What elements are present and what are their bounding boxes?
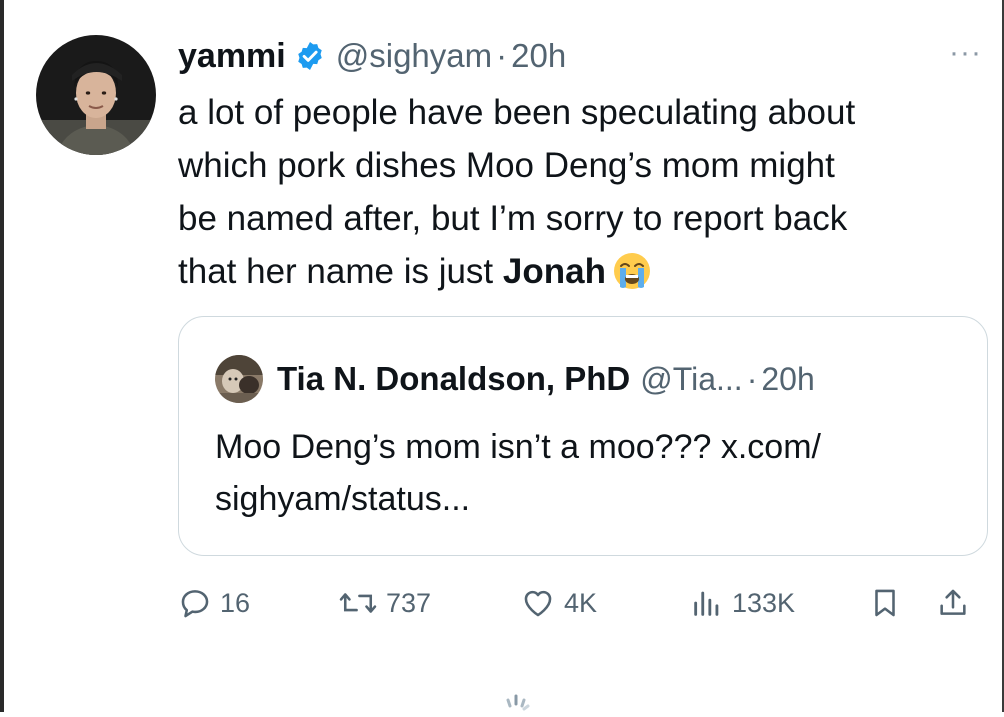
bookmark-icon [868,586,902,620]
verified-badge-icon [294,40,326,72]
like-count: 4K [564,587,598,618]
quoted-author-name[interactable]: Tia N. Donaldson, PhD [277,360,630,398]
heart-icon [520,586,556,620]
tweet-text: a lot of people have been speculating ab… [178,86,988,298]
like-button[interactable]: 4K [520,578,597,628]
quoted-author-avatar[interactable] [215,355,263,403]
tweet-text-line: be named after, but I’m sorry to report … [178,199,848,238]
quoted-tweet-text: Moo Deng’s mom isn’t a moo??? x.com/ sig… [215,421,955,525]
share-icon [936,586,970,620]
reply-button[interactable]: 16 [178,578,250,628]
more-options-icon[interactable]: ··· [949,38,982,68]
author-avatar[interactable] [36,35,156,155]
share-button[interactable] [936,578,970,628]
views-button[interactable]: 133K [690,578,795,628]
repost-button[interactable]: 737 [338,578,431,628]
tweet-text-line: a lot of people have been speculating ab… [178,93,856,132]
window-border-left [0,0,4,712]
reply-count: 16 [220,587,251,618]
tweet-text-bold-name: Jonah [502,252,606,291]
quoted-tweet-timestamp[interactable]: 20h [761,361,814,398]
tweet-action-bar: 16 737 4K 133K [178,578,988,628]
quoted-tweet-card[interactable]: Tia N. Donaldson, PhD @Tia... · 20h Moo … [178,316,988,556]
repost-count: 737 [386,587,432,618]
quoted-text-line: sighyam/status... [215,480,471,518]
views-count: 133K [732,587,796,618]
tweet-timestamp[interactable]: 20h [511,37,566,75]
quoted-tweet-header: Tia N. Donaldson, PhD @Tia... · 20h [277,357,815,401]
quoted-author-handle[interactable]: @Tia... [640,361,742,398]
tweet-text-prefix: that her name is just [178,252,503,291]
tweet-text-line-last: that her name is just Jonah [178,245,988,298]
bookmark-button[interactable] [868,578,902,628]
crying-face-emoji-icon [612,251,652,291]
author-handle[interactable]: @sighyam [336,37,492,75]
views-icon [690,586,724,620]
repost-icon [338,586,378,620]
tweet-header: yammi @sighyam · 20h [178,34,566,78]
reply-icon [178,586,212,620]
quoted-text-line: Moo Deng’s mom isn’t a moo??? x.com/ [215,428,821,466]
header-separator: · [496,37,508,74]
author-name[interactable]: yammi [178,37,286,76]
quoted-header-separator: · [746,360,758,397]
tweet-text-line: which pork dishes Moo Deng’s mom might [178,146,835,185]
loading-spinner-icon [496,690,536,712]
